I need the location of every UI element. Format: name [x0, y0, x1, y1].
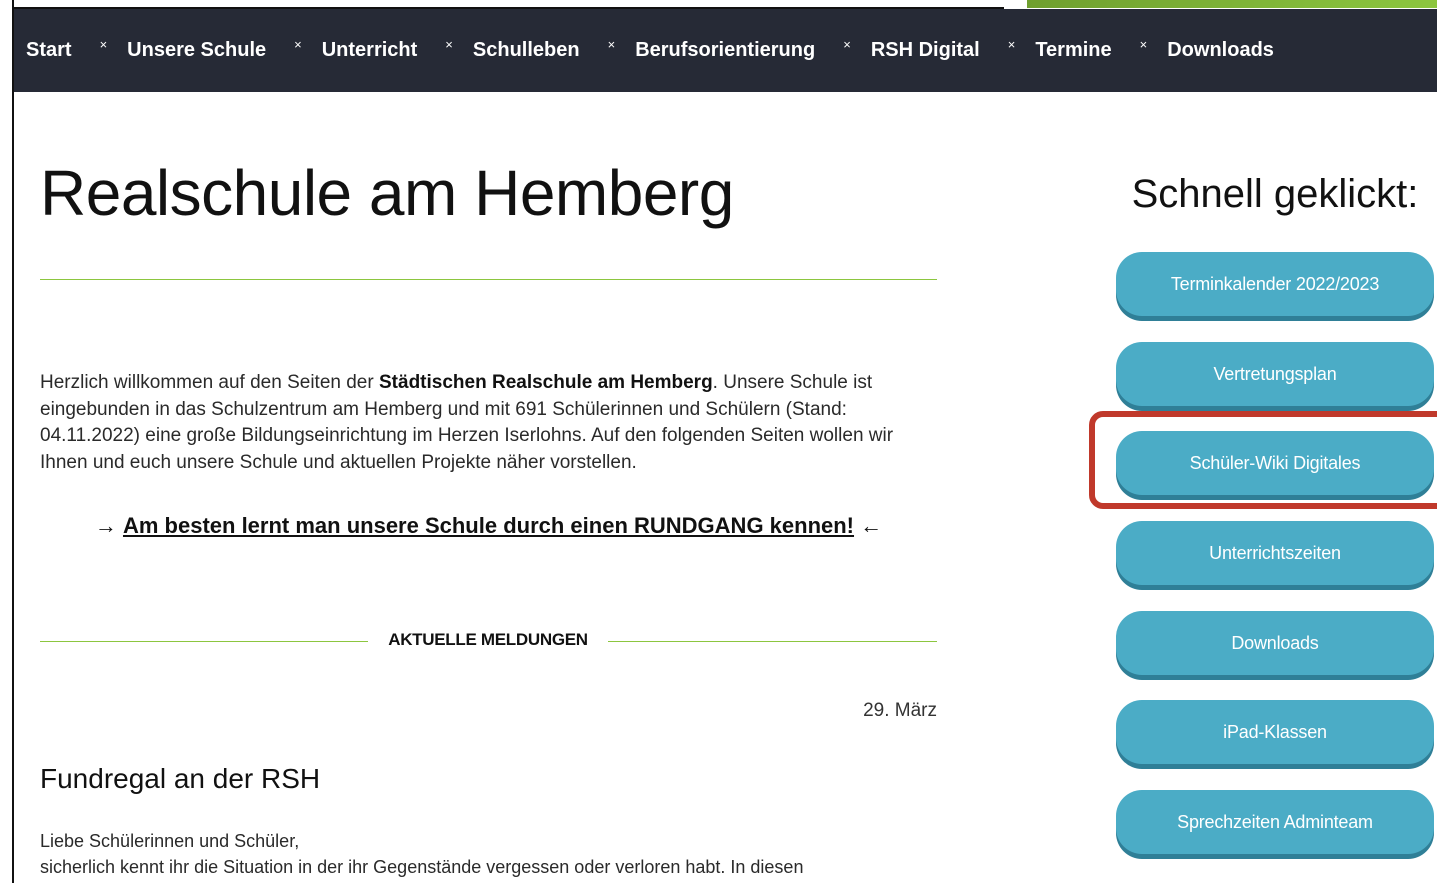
post-title[interactable]: Fundregal an der RSH [40, 763, 320, 795]
arrow-right-icon: → [94, 513, 117, 538]
sidebar-title: Schnell geklickt: [1131, 172, 1419, 216]
quick-link-terminkalender[interactable]: Terminkalender 2022/2023 [1116, 252, 1434, 316]
news-divider-right [608, 641, 937, 642]
title-divider [40, 279, 937, 280]
tour-callout: → Am besten lernt man unsere Schule durc… [40, 513, 937, 539]
post-date: 29. März [863, 700, 937, 721]
nav-item-termine[interactable]: Termine [1035, 39, 1111, 62]
news-section-heading: AKTUELLE MELDUNGEN [388, 630, 588, 649]
nav-separator: × [294, 37, 302, 52]
intro-text: Herzlich willkommen auf den Seiten der S… [40, 370, 940, 476]
intro-school-name: Städtischen Realschule am Hemberg [379, 372, 713, 393]
nav-item-unsere-schule[interactable]: Unsere Schule [127, 39, 266, 62]
quick-link-unterrichtszeiten[interactable]: Unterrichtszeiten [1116, 521, 1434, 585]
nav-separator: × [1007, 37, 1016, 52]
nav-list: Start × Unsere Schule × Unterricht × Sch… [26, 9, 1274, 92]
intro-prefix: Herzlich willkommen auf den Seiten der [40, 372, 379, 393]
page-left-border [0, 0, 14, 883]
quick-link-sprechzeiten[interactable]: Sprechzeiten Adminteam [1116, 790, 1434, 854]
quick-link-ipad-klassen[interactable]: iPad-Klassen [1116, 700, 1434, 764]
post-excerpt: Liebe Schülerinnen und Schüler, sicherlic… [40, 828, 940, 880]
nav-item-schulleben[interactable]: Schulleben [473, 39, 580, 62]
nav-item-berufsorientierung[interactable]: Berufsorientierung [635, 39, 815, 62]
main-navigation: Start × Unsere Schule × Unterricht × Sch… [14, 9, 1437, 92]
highlight-annotation-box [1089, 411, 1437, 509]
nav-item-start[interactable]: Start [26, 39, 72, 62]
post-greeting: Liebe Schülerinnen und Schüler, [40, 831, 300, 851]
nav-separator: × [607, 37, 616, 52]
page-title: Realschule am Hemberg [40, 157, 734, 229]
nav-separator: × [843, 37, 851, 52]
tour-link[interactable]: Am besten lernt man unsere Schule durch … [123, 513, 854, 538]
nav-item-rsh-digital[interactable]: RSH Digital [871, 39, 980, 62]
news-divider-left [40, 641, 368, 642]
nav-item-downloads[interactable]: Downloads [1167, 39, 1274, 62]
quick-link-vertretungsplan[interactable]: Vertretungsplan [1116, 342, 1434, 406]
nav-separator: × [1139, 37, 1148, 52]
post-line: sicherlich kennt ihr die Situation in de… [40, 857, 804, 877]
nav-separator: × [99, 37, 108, 52]
quick-link-downloads[interactable]: Downloads [1116, 611, 1434, 675]
nav-item-unterricht[interactable]: Unterricht [322, 39, 418, 62]
arrow-left-icon: ← [860, 513, 883, 538]
nav-separator: × [445, 37, 453, 52]
header-accent-bar [1027, 0, 1437, 8]
